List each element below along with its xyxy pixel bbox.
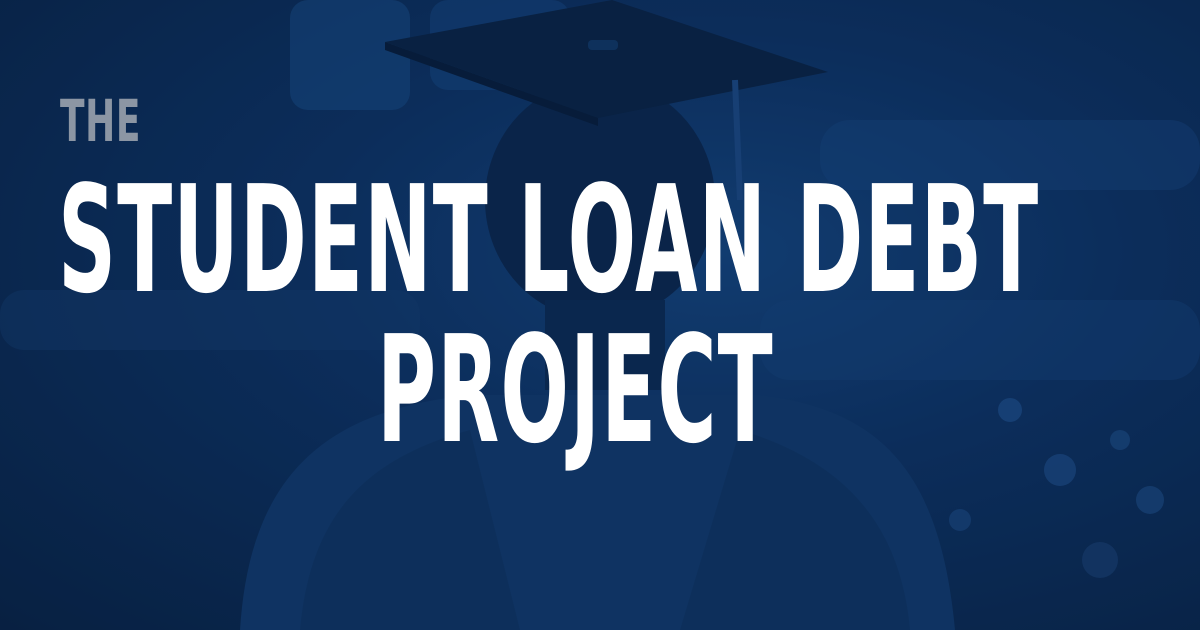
headline-line-1: STUDENT LOAN DEBT: [58, 154, 1040, 326]
headline-line-2: PROJECT: [377, 304, 774, 476]
title-eyebrow: THE: [60, 87, 142, 155]
title-block: THE STUDENT LOAN DEBT PROJECT: [0, 0, 1200, 630]
hero-banner: THE STUDENT LOAN DEBT PROJECT: [0, 0, 1200, 630]
